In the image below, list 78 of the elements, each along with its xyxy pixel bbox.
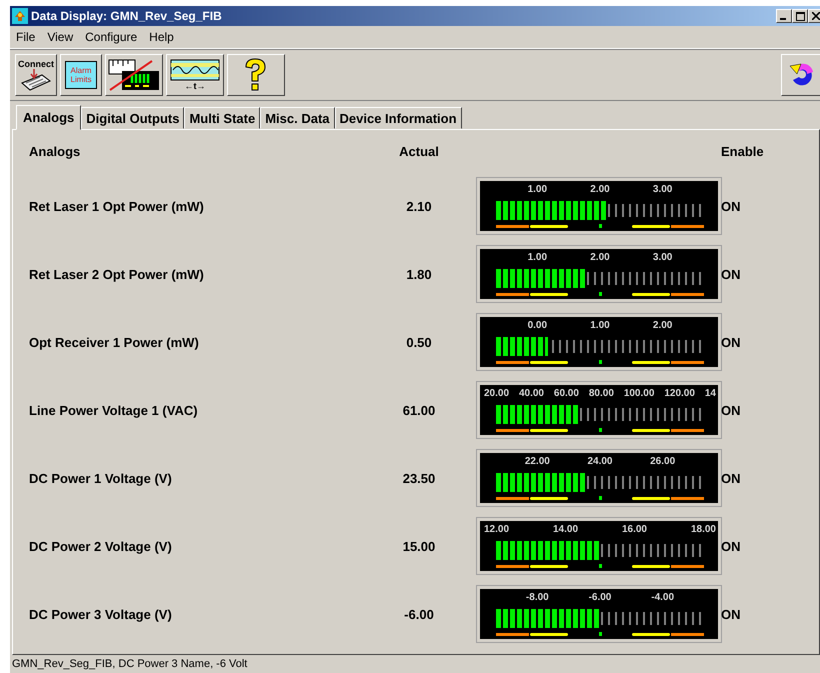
scale-label: 1.00 [590, 320, 610, 332]
analog-name: DC Power 1 Voltage (V) [29, 470, 173, 486]
scale-label: 3.00 [652, 252, 672, 264]
toolbar-button[interactable] [781, 54, 820, 96]
analog-name: Ret Laser 2 Opt Power (mW) [29, 266, 205, 282]
actual-value: -6.00 [403, 606, 435, 622]
analog-name: Opt Receiver 1 Power (mW) [29, 334, 200, 350]
tab[interactable]: Multi State [184, 107, 260, 129]
scale-label: 80.00 [588, 388, 614, 400]
enable-state: ON [721, 606, 742, 622]
alarm-limits-icon: Alarm Limits [65, 61, 97, 89]
enable-state: ON [721, 402, 742, 418]
enable-state: ON [721, 470, 742, 486]
enable-state: ON [721, 198, 742, 214]
maximize-icon [796, 12, 804, 20]
scale-label: 26.00 [650, 456, 676, 468]
scale-label: 3.00 [652, 184, 672, 196]
button-caption: Connect [18, 59, 54, 69]
analog-name: DC Power 2 Voltage (V) [29, 538, 173, 554]
scale-label: 20.00 [484, 388, 510, 400]
actual-value: 2.10 [405, 198, 433, 214]
actual-value: 15.00 [402, 538, 436, 554]
scale-label: 1.00 [528, 184, 548, 196]
waveform-icon [170, 59, 220, 81]
keyboard-icon [20, 69, 52, 91]
column-header: Enable [721, 144, 765, 161]
menu-item[interactable]: View [47, 30, 74, 44]
scale-label: 16.00 [622, 524, 647, 536]
toolbar-button[interactable]: Connect [15, 54, 57, 96]
tab[interactable]: Misc. Data [260, 107, 335, 129]
scale-label: 14.00 [552, 524, 578, 536]
tab[interactable]: Digital Outputs [81, 107, 184, 129]
scale-label: 14 [704, 388, 716, 400]
scale-label: 2.00 [590, 184, 610, 196]
app-icon [12, 8, 28, 24]
scale-label: -6.00 [588, 592, 612, 604]
scale-label: 40.00 [518, 388, 544, 400]
actual-value: 0.50 [405, 334, 433, 350]
menu-item[interactable]: Configure [85, 30, 138, 44]
analog-name: Line Power Voltage 1 (VAC) [29, 402, 199, 418]
window-title: Data Display: GMN_Rev_Seg_FIB [31, 9, 222, 23]
actual-value: 23.50 [402, 470, 436, 486]
button-caption: ←t→ [184, 81, 206, 91]
maximize-button[interactable] [792, 9, 808, 23]
close-icon [812, 12, 820, 20]
actual-value: 61.00 [402, 402, 436, 418]
enable-state: ON [721, 538, 742, 554]
meter-disabled-icon [108, 59, 160, 91]
analog-name: DC Power 3 Voltage (V) [29, 606, 173, 622]
analog-name: Ret Laser 1 Opt Power (mW) [29, 198, 205, 214]
scale-label: -4.00 [651, 592, 674, 604]
menu-item[interactable]: File [16, 30, 36, 44]
scale-label: 100.00 [624, 388, 654, 400]
status-text: GMN_Rev_Seg_FIB, DC Power 3 Name, -6 Volt [11, 657, 248, 672]
close-button[interactable] [808, 9, 820, 23]
menu-item[interactable]: Help [149, 30, 174, 44]
actual-value: 1.80 [405, 266, 433, 282]
scale-label: 2.00 [652, 320, 672, 332]
scale-label: 60.00 [554, 388, 579, 400]
minimize-button[interactable] [776, 9, 792, 23]
scale-label: 12.00 [484, 524, 510, 536]
scale-label: -8.00 [526, 592, 549, 604]
column-header: Analogs [29, 144, 82, 161]
enable-state: ON [721, 266, 742, 282]
tab[interactable]: Analogs [16, 105, 82, 130]
tab[interactable]: Device Information [334, 107, 462, 129]
scale-label: 24.00 [587, 456, 612, 468]
scale-label: 18.00 [690, 524, 716, 536]
column-header: Actual [398, 144, 440, 161]
toolbar-button[interactable] [105, 54, 163, 96]
scale-label: 1.00 [528, 252, 548, 264]
toolbar-button[interactable] [227, 54, 285, 96]
enable-state: ON [721, 334, 742, 350]
scale-label: 2.00 [590, 252, 610, 264]
scale-label: 0.00 [528, 320, 548, 332]
toolbar-button[interactable]: ←t→ [166, 54, 224, 96]
scale-label: 120.00 [664, 388, 695, 400]
scale-label: 22.00 [524, 456, 550, 468]
